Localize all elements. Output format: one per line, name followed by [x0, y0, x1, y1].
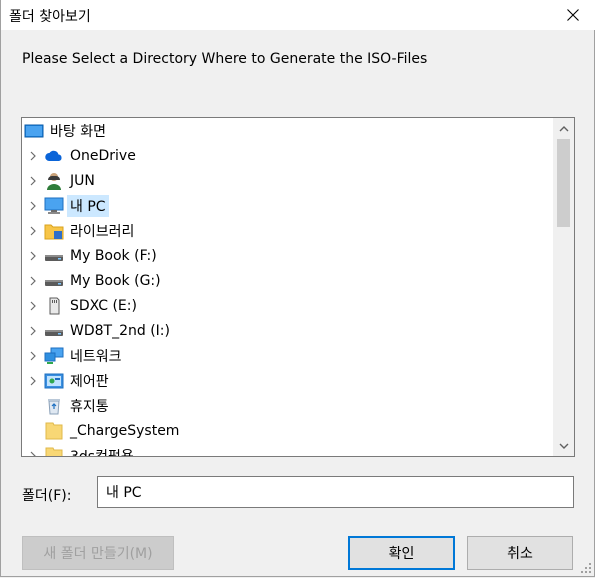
tree-item[interactable]: 바탕 화면 [22, 118, 552, 143]
tree-item-label: 라이브러리 [70, 223, 135, 240]
tree-item[interactable]: WD8T_2nd (I:) [22, 318, 552, 343]
tree-item[interactable]: SDXC (E:) [22, 293, 552, 318]
folder-icon [44, 422, 64, 440]
control-panel-icon [44, 372, 64, 390]
tree-item[interactable]: 네트워크 [22, 343, 552, 368]
tree-item-label: SDXC (E:) [70, 297, 137, 314]
folder-tree-list: 바탕 화면 OneDrive JUN 내 PC 라이브러리 My Book (F:) My … [22, 118, 552, 457]
tree-item[interactable]: JUN [22, 168, 552, 193]
sd-card-icon [44, 297, 64, 315]
chevron-up-icon [559, 125, 568, 131]
drive-icon [44, 247, 64, 265]
vertical-scrollbar[interactable] [553, 118, 574, 456]
desktop-icon [24, 122, 44, 140]
tree-item[interactable]: My Book (F:) [22, 243, 552, 268]
tree-item-label: 3ds컨펌용 [70, 448, 134, 457]
library-icon [44, 222, 64, 240]
scroll-down-button[interactable] [553, 437, 574, 454]
tree-item-label: 휴지통 [70, 398, 109, 415]
expand-chevron-icon[interactable] [22, 193, 44, 218]
close-icon [567, 9, 579, 21]
folder-icon [44, 447, 64, 456]
tree-item[interactable]: _ChargeSystem [22, 418, 552, 443]
expand-chevron-icon[interactable] [22, 268, 44, 293]
tree-item-label: WD8T_2nd (I:) [70, 322, 170, 339]
tree-item[interactable]: My Book (G:) [22, 268, 552, 293]
expand-chevron-icon[interactable] [22, 443, 44, 456]
tree-item-label: 내 PC [67, 194, 109, 217]
drive-icon [44, 272, 64, 290]
resize-grip-icon[interactable] [580, 562, 592, 574]
tree-item-label: My Book (G:) [70, 272, 161, 289]
tree-item-label: My Book (F:) [70, 247, 157, 264]
title-bar: 폴더 찾아보기 [1, 0, 595, 30]
tree-item[interactable]: OneDrive [22, 143, 552, 168]
scroll-up-button[interactable] [553, 120, 574, 137]
new-folder-button[interactable]: 새 폴더 만들기(M) [22, 536, 174, 570]
network-icon [44, 347, 64, 365]
expand-chevron-icon[interactable] [22, 168, 44, 193]
tree-item-label: 제어판 [70, 373, 109, 390]
recycle-bin-icon [44, 397, 64, 415]
expand-chevron-icon[interactable] [22, 318, 44, 343]
tree-item-label: 네트워크 [70, 348, 122, 365]
computer-icon [44, 197, 64, 215]
window-title: 폴더 찾아보기 [9, 9, 91, 25]
folder-browser-dialog: 폴더 찾아보기 Please Select a Directory Where … [0, 0, 595, 577]
expand-chevron-icon[interactable] [22, 243, 44, 268]
ok-button[interactable]: 확인 [348, 536, 455, 570]
folder-tree[interactable]: 바탕 화면 OneDrive JUN 내 PC 라이브러리 My Book (F:) My … [21, 117, 575, 457]
folder-field-label: 폴더(F): [22, 488, 72, 504]
instruction-text: Please Select a Directory Where to Gener… [22, 51, 428, 67]
cancel-button[interactable]: 취소 [467, 536, 573, 570]
tree-item[interactable]: 휴지통 [22, 393, 552, 418]
tree-item-label: _ChargeSystem [70, 422, 180, 439]
tree-item[interactable]: 3ds컨펌용 [22, 443, 552, 457]
tree-item[interactable]: 라이브러리 [22, 218, 552, 243]
tree-item-label: JUN [70, 172, 95, 189]
tree-item-label: OneDrive [70, 147, 136, 164]
expand-chevron-icon[interactable] [22, 293, 44, 318]
expand-chevron-icon[interactable] [22, 143, 44, 168]
user-icon [44, 172, 64, 190]
expand-chevron-icon[interactable] [22, 218, 44, 243]
cloud-icon [44, 147, 64, 165]
tree-item[interactable]: 제어판 [22, 368, 552, 393]
expand-chevron-icon[interactable] [22, 368, 44, 393]
tree-item-label: 바탕 화면 [50, 123, 106, 140]
chevron-down-icon [559, 443, 568, 449]
close-button[interactable] [550, 0, 595, 30]
tree-item[interactable]: 내 PC [22, 193, 552, 218]
expand-chevron-icon[interactable] [22, 343, 44, 368]
folder-path-input[interactable] [97, 476, 574, 508]
scroll-thumb[interactable] [557, 139, 570, 227]
drive-icon [44, 322, 64, 340]
